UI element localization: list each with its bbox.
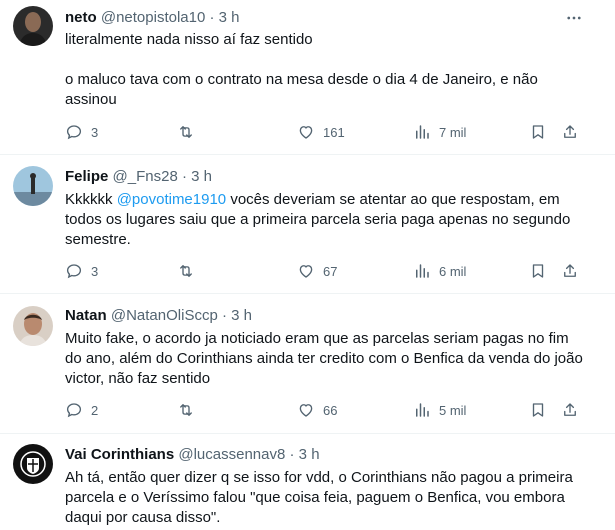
reply-button[interactable]: 3 bbox=[65, 261, 98, 281]
tweet[interactable]: Felipe @_Fns28 · 3 h Kkkkkk @povotime191… bbox=[0, 155, 615, 293]
views-icon bbox=[413, 123, 431, 141]
timestamp[interactable]: · 3 h bbox=[290, 446, 320, 463]
bookmark-icon bbox=[529, 123, 547, 141]
bookmark-icon bbox=[529, 262, 547, 280]
bookmark-icon bbox=[529, 401, 547, 419]
retweet-icon bbox=[177, 401, 195, 419]
text-line: o maluco tava com o contrato na mesa des… bbox=[65, 71, 538, 108]
text-line: literalmente nada nisso aí faz sentido bbox=[65, 31, 313, 48]
reply-count: 2 bbox=[91, 402, 99, 418]
tweet-text: literalmente nada nisso aí faz sentido o… bbox=[65, 30, 585, 110]
mention-link[interactable]: @povotime1910 bbox=[117, 191, 226, 208]
timestamp[interactable]: · 3 h bbox=[209, 9, 239, 26]
user-handle[interactable]: @netopistola10 bbox=[101, 9, 205, 26]
like-icon bbox=[297, 123, 315, 141]
retweet-icon bbox=[177, 123, 195, 141]
like-icon bbox=[297, 262, 315, 280]
share-icon bbox=[561, 401, 579, 419]
display-name[interactable]: Natan bbox=[65, 307, 107, 324]
user-handle[interactable]: @_Fns28 bbox=[113, 168, 178, 185]
reply-button[interactable]: 2 bbox=[65, 400, 98, 420]
retweet-button[interactable] bbox=[177, 261, 195, 281]
more-icon[interactable] bbox=[563, 9, 585, 27]
display-name[interactable]: Vai Corinthians bbox=[65, 446, 174, 463]
action-bar: 3 161 7 mil bbox=[65, 122, 585, 142]
text-prefix: Kkkkkk bbox=[65, 191, 117, 208]
avatar[interactable] bbox=[13, 444, 53, 484]
view-count: 6 mil bbox=[439, 263, 467, 279]
timestamp[interactable]: · 3 h bbox=[182, 168, 212, 185]
views-button[interactable]: 6 mil bbox=[413, 261, 466, 281]
share-icon bbox=[561, 262, 579, 280]
retweet-button[interactable] bbox=[177, 400, 195, 420]
reply-icon bbox=[65, 123, 83, 141]
reply-count: 3 bbox=[91, 124, 99, 140]
tweet[interactable]: neto @netopistola10 · 3 h literalmente n… bbox=[0, 0, 615, 154]
share-button[interactable] bbox=[561, 122, 579, 142]
view-count: 7 mil bbox=[439, 124, 467, 140]
like-button[interactable]: 67 bbox=[297, 261, 337, 281]
action-bar: 3 67 6 mil bbox=[65, 261, 585, 281]
views-icon bbox=[413, 401, 431, 419]
tweet-text: Muito fake, o acordo ja noticiado eram q… bbox=[65, 330, 583, 387]
bookmark-button[interactable] bbox=[529, 261, 547, 281]
avatar[interactable] bbox=[13, 166, 53, 206]
avatar[interactable] bbox=[13, 306, 53, 346]
reply-icon bbox=[65, 262, 83, 280]
like-button[interactable]: 66 bbox=[297, 400, 337, 420]
tweet[interactable]: Vai Corinthians @lucassennav8 · 3 h Ah t… bbox=[0, 434, 615, 530]
display-name[interactable]: Felipe bbox=[65, 168, 108, 185]
timestamp[interactable]: · 3 h bbox=[222, 307, 252, 324]
reply-count: 3 bbox=[91, 263, 99, 279]
views-icon bbox=[413, 262, 431, 280]
like-button[interactable]: 161 bbox=[297, 122, 345, 142]
action-bar: 2 66 5 mil bbox=[65, 400, 585, 420]
share-button[interactable] bbox=[561, 400, 579, 420]
views-button[interactable]: 7 mil bbox=[413, 122, 466, 142]
user-handle[interactable]: @lucassennav8 bbox=[178, 446, 285, 463]
bookmark-button[interactable] bbox=[529, 122, 547, 142]
retweet-icon bbox=[177, 262, 195, 280]
like-count: 66 bbox=[323, 402, 338, 418]
tweet[interactable]: Natan @NatanOliSccp · 3 h Muito fake, o … bbox=[0, 294, 615, 433]
bookmark-button[interactable] bbox=[529, 400, 547, 420]
display-name[interactable]: neto bbox=[65, 9, 97, 26]
views-button[interactable]: 5 mil bbox=[413, 400, 466, 420]
avatar[interactable] bbox=[13, 6, 53, 46]
tweet-text: Kkkkkk @povotime1910 vocês deveriam se a… bbox=[65, 190, 585, 250]
user-handle[interactable]: @NatanOliSccp bbox=[111, 307, 218, 324]
like-icon bbox=[297, 401, 315, 419]
like-count: 161 bbox=[323, 124, 345, 140]
like-count: 67 bbox=[323, 263, 338, 279]
reply-icon bbox=[65, 401, 83, 419]
view-count: 5 mil bbox=[439, 402, 467, 418]
share-icon bbox=[561, 123, 579, 141]
tweet-text: Ah tá, então quer dizer q se isso for vd… bbox=[65, 469, 573, 526]
retweet-button[interactable] bbox=[177, 122, 195, 142]
share-button[interactable] bbox=[561, 261, 579, 281]
reply-button[interactable]: 3 bbox=[65, 122, 98, 142]
